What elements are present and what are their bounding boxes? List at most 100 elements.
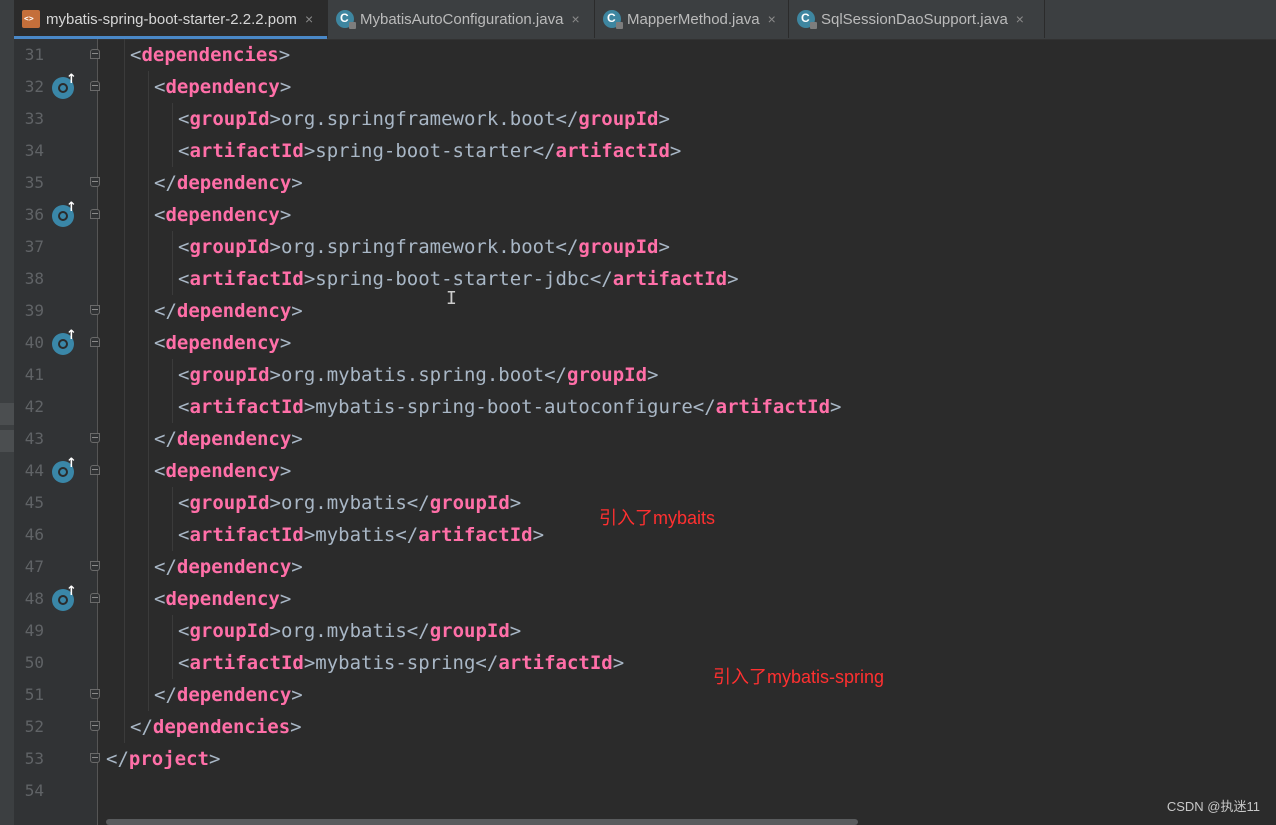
xml-tag-name: dependency — [165, 204, 280, 226]
code-text: <artifactId>spring-boot-starter-jdbc</ar… — [178, 267, 739, 291]
maven-dependency-gutter-icon[interactable]: ↑ — [52, 328, 77, 355]
code-line[interactable]: 53 </project> — [0, 743, 1276, 775]
code-line[interactable]: 34 <artifactId>spring-boot-starter</artif… — [0, 135, 1276, 167]
code-line[interactable]: 52 </dependencies> — [0, 711, 1276, 743]
code-text: <groupId>org.mybatis.spring.boot</groupI… — [178, 363, 658, 387]
code-token: > — [647, 364, 659, 386]
indent-guide — [148, 391, 149, 423]
xml-tag-name: artifactId — [189, 268, 304, 290]
code-line[interactable]: 40 ↑ <dependency> — [0, 327, 1276, 359]
code-line[interactable]: 38 <artifactId>spring-boot-starter-jdbc</… — [0, 263, 1276, 295]
code-line[interactable]: 42 <artifactId>mybatis-spring-boot-autoco… — [0, 391, 1276, 423]
fold-toggle-icon[interactable] — [90, 561, 100, 571]
indent-guide — [124, 71, 125, 103]
fold-toggle-icon[interactable] — [90, 81, 100, 91]
close-icon[interactable]: × — [768, 11, 776, 27]
code-line[interactable]: 37 <groupId>org.springframework.boot</gro… — [0, 231, 1276, 263]
fold-toggle-icon[interactable] — [90, 305, 100, 315]
code-token: > — [669, 140, 682, 162]
indent-guide — [124, 519, 125, 551]
code-line[interactable]: 50 <artifactId>mybatis-spring</artifactId… — [0, 647, 1276, 679]
code-token: > — [291, 428, 303, 450]
code-token: < — [178, 620, 190, 642]
indent-guide — [124, 391, 125, 423]
indent-guide — [172, 391, 173, 423]
fold-toggle-icon[interactable] — [90, 337, 100, 347]
xml-tag-name: groupId — [189, 620, 270, 642]
maven-dependency-gutter-icon[interactable]: ↑ — [52, 72, 77, 99]
fold-toggle-icon[interactable] — [90, 593, 100, 603]
indent-guide — [124, 263, 125, 295]
fold-toggle-icon[interactable] — [90, 753, 100, 763]
code-token: > — [279, 588, 292, 610]
close-icon[interactable]: × — [1016, 11, 1024, 27]
code-line[interactable]: 33 <groupId>org.springframework.boot</gro… — [0, 103, 1276, 135]
code-token: > — [291, 300, 303, 322]
code-token: </ — [106, 748, 129, 770]
indent-guide — [148, 135, 149, 167]
maven-dependency-gutter-icon[interactable]: ↑ — [52, 584, 77, 611]
fold-toggle-icon[interactable] — [90, 465, 100, 475]
code-line[interactable]: 32 ↑ <dependency> — [0, 71, 1276, 103]
annotation-mybatis: 引入了mybaits — [599, 508, 716, 528]
code-line[interactable]: 49 <groupId>org.mybatis</groupId> — [0, 615, 1276, 647]
code-token: >mybatis</ — [303, 524, 419, 546]
indent-guide — [124, 135, 125, 167]
fold-toggle-icon[interactable] — [90, 177, 100, 187]
horizontal-scrollbar[interactable] — [106, 819, 858, 825]
indent-guide — [172, 487, 173, 519]
code-line[interactable]: 51 </dependency> — [0, 679, 1276, 711]
line-number: 33 — [24, 109, 44, 128]
java-class-icon — [797, 10, 817, 29]
fold-toggle-icon[interactable] — [90, 689, 100, 699]
fold-toggle-icon[interactable] — [90, 721, 100, 731]
maven-dependency-gutter-icon[interactable]: ↑ — [52, 200, 77, 227]
tab-pom-file[interactable]: mybatis-spring-boot-starter-2.2.2.pom × — [14, 0, 328, 39]
indent-guide — [148, 519, 149, 551]
fold-toggle-icon[interactable] — [90, 209, 100, 219]
code-line[interactable]: 44 ↑ <dependency> — [0, 455, 1276, 487]
code-token: > — [830, 396, 842, 418]
indent-guide — [172, 647, 173, 679]
xml-tag-name: artifactId — [498, 652, 613, 674]
code-token: > — [658, 236, 670, 258]
code-line[interactable]: 48 ↑ <dependency> — [0, 583, 1276, 615]
indent-guide — [124, 231, 125, 263]
line-number: 47 — [24, 557, 44, 576]
code-line[interactable]: 35 </dependency> — [0, 167, 1276, 199]
code-token: < — [178, 236, 190, 258]
code-line[interactable]: 47 </dependency> — [0, 551, 1276, 583]
code-line[interactable]: 54 — [0, 775, 1276, 807]
code-token: > — [509, 492, 522, 514]
code-line[interactable]: 31 <dependencies> — [0, 39, 1276, 71]
line-number: 50 — [24, 653, 44, 672]
code-line[interactable]: 39 </dependency> — [0, 295, 1276, 327]
close-icon[interactable]: × — [305, 11, 313, 27]
fold-toggle-icon[interactable] — [90, 433, 100, 443]
tab-mapper-method[interactable]: MapperMethod.java × — [595, 0, 789, 38]
code-line[interactable]: 43 </dependency> — [0, 423, 1276, 455]
indent-guide — [148, 359, 149, 391]
xml-tag-name: dependency — [165, 332, 280, 354]
line-number: 43 — [24, 429, 44, 448]
code-text: </project> — [106, 747, 220, 771]
tab-mybatis-auto-configuration[interactable]: MybatisAutoConfiguration.java × — [328, 0, 595, 38]
code-token: < — [130, 44, 142, 66]
close-icon[interactable]: × — [571, 11, 579, 27]
tab-label: SqlSessionDaoSupport.java — [821, 10, 1008, 28]
code-token: < — [154, 204, 166, 226]
code-token: > — [612, 652, 625, 674]
xml-tag-name: dependency — [165, 588, 280, 610]
indent-guide — [148, 103, 149, 135]
line-number: 34 — [24, 141, 44, 160]
indent-guide — [172, 103, 173, 135]
line-number: 54 — [24, 781, 44, 800]
code-line[interactable]: 41 <groupId>org.mybatis.spring.boot</grou… — [0, 359, 1276, 391]
xml-tag-name: artifactId — [189, 396, 304, 418]
code-line[interactable]: 36 ↑ <dependency> — [0, 199, 1276, 231]
code-token: < — [178, 268, 190, 290]
fold-toggle-icon[interactable] — [90, 49, 100, 59]
maven-dependency-gutter-icon[interactable]: ↑ — [52, 456, 77, 483]
tab-sql-session-dao-support[interactable]: SqlSessionDaoSupport.java × — [789, 0, 1045, 38]
code-token: > — [291, 684, 303, 706]
